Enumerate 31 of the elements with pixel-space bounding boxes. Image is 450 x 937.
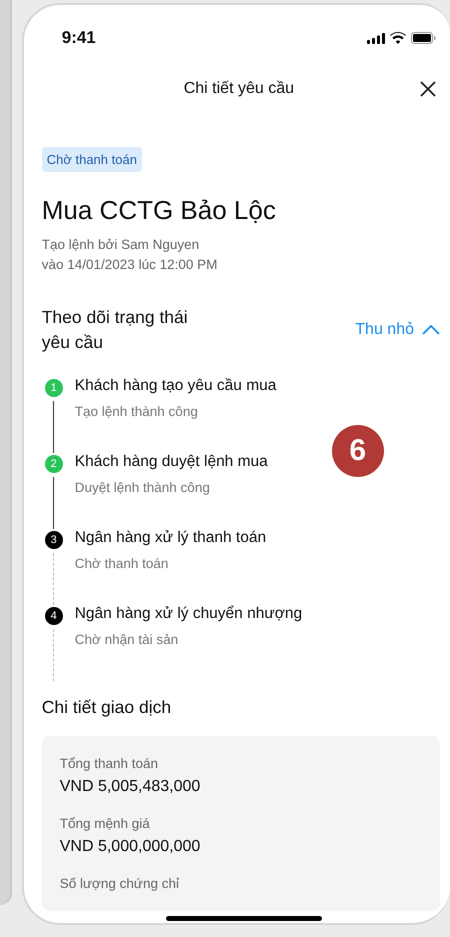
order-title: Mua CCTG Bảo Lộc xyxy=(42,195,277,226)
step-status: Duyệt lệnh thành công xyxy=(74,480,210,495)
step-status: Tạo lệnh thành công xyxy=(74,404,198,419)
step-title: Khách hàng duyệt lệnh mua xyxy=(74,453,268,471)
battery-icon xyxy=(411,32,436,44)
tracking-title: Theo dõi trạng thái yêu cầu xyxy=(42,306,189,354)
step-number: 4 xyxy=(44,607,63,625)
screen-title: Chi tiết yêu cầu xyxy=(182,80,295,98)
status-time: 9:41 xyxy=(62,28,96,48)
step-title: Ngân hàng xử lý thanh toán xyxy=(74,529,266,547)
wifi-icon xyxy=(390,32,406,44)
step-number: 3 xyxy=(44,531,63,549)
signal-icon xyxy=(367,32,385,44)
chevron-up-icon xyxy=(422,325,440,335)
step-title: Khách hàng tạo yêu cầu mua xyxy=(74,377,276,395)
field-label: Tổng thanh toán xyxy=(60,756,160,771)
created-by-text: Tạo lệnh bởi Sam Nguyen xyxy=(42,236,200,254)
step-title: Ngân hàng xử lý chuyển nhượng xyxy=(74,605,302,623)
section-title: Chi tiết giao dịch xyxy=(42,697,172,718)
created-at-text: vào 14/01/2023 lúc 12:00 PM xyxy=(42,256,218,274)
status-tag: Chờ thanh toán xyxy=(42,147,142,172)
field-label: Số lượng chứng chỉ xyxy=(60,876,180,891)
collapse-toggle[interactable]: Thu nhỏ xyxy=(355,321,440,339)
field-value: VND 5,000,000,000 xyxy=(60,838,202,856)
field-value: VND 5,005,483,000 xyxy=(60,778,202,796)
step-status: Chờ nhận tài sản xyxy=(74,632,178,647)
annotation-badge: 6 xyxy=(332,425,384,477)
step-number: 1 xyxy=(44,379,63,397)
step-status: Chờ thanh toán xyxy=(74,556,168,571)
field-label: Tổng mệnh giá xyxy=(60,816,151,831)
step-number: 2 xyxy=(44,455,63,473)
